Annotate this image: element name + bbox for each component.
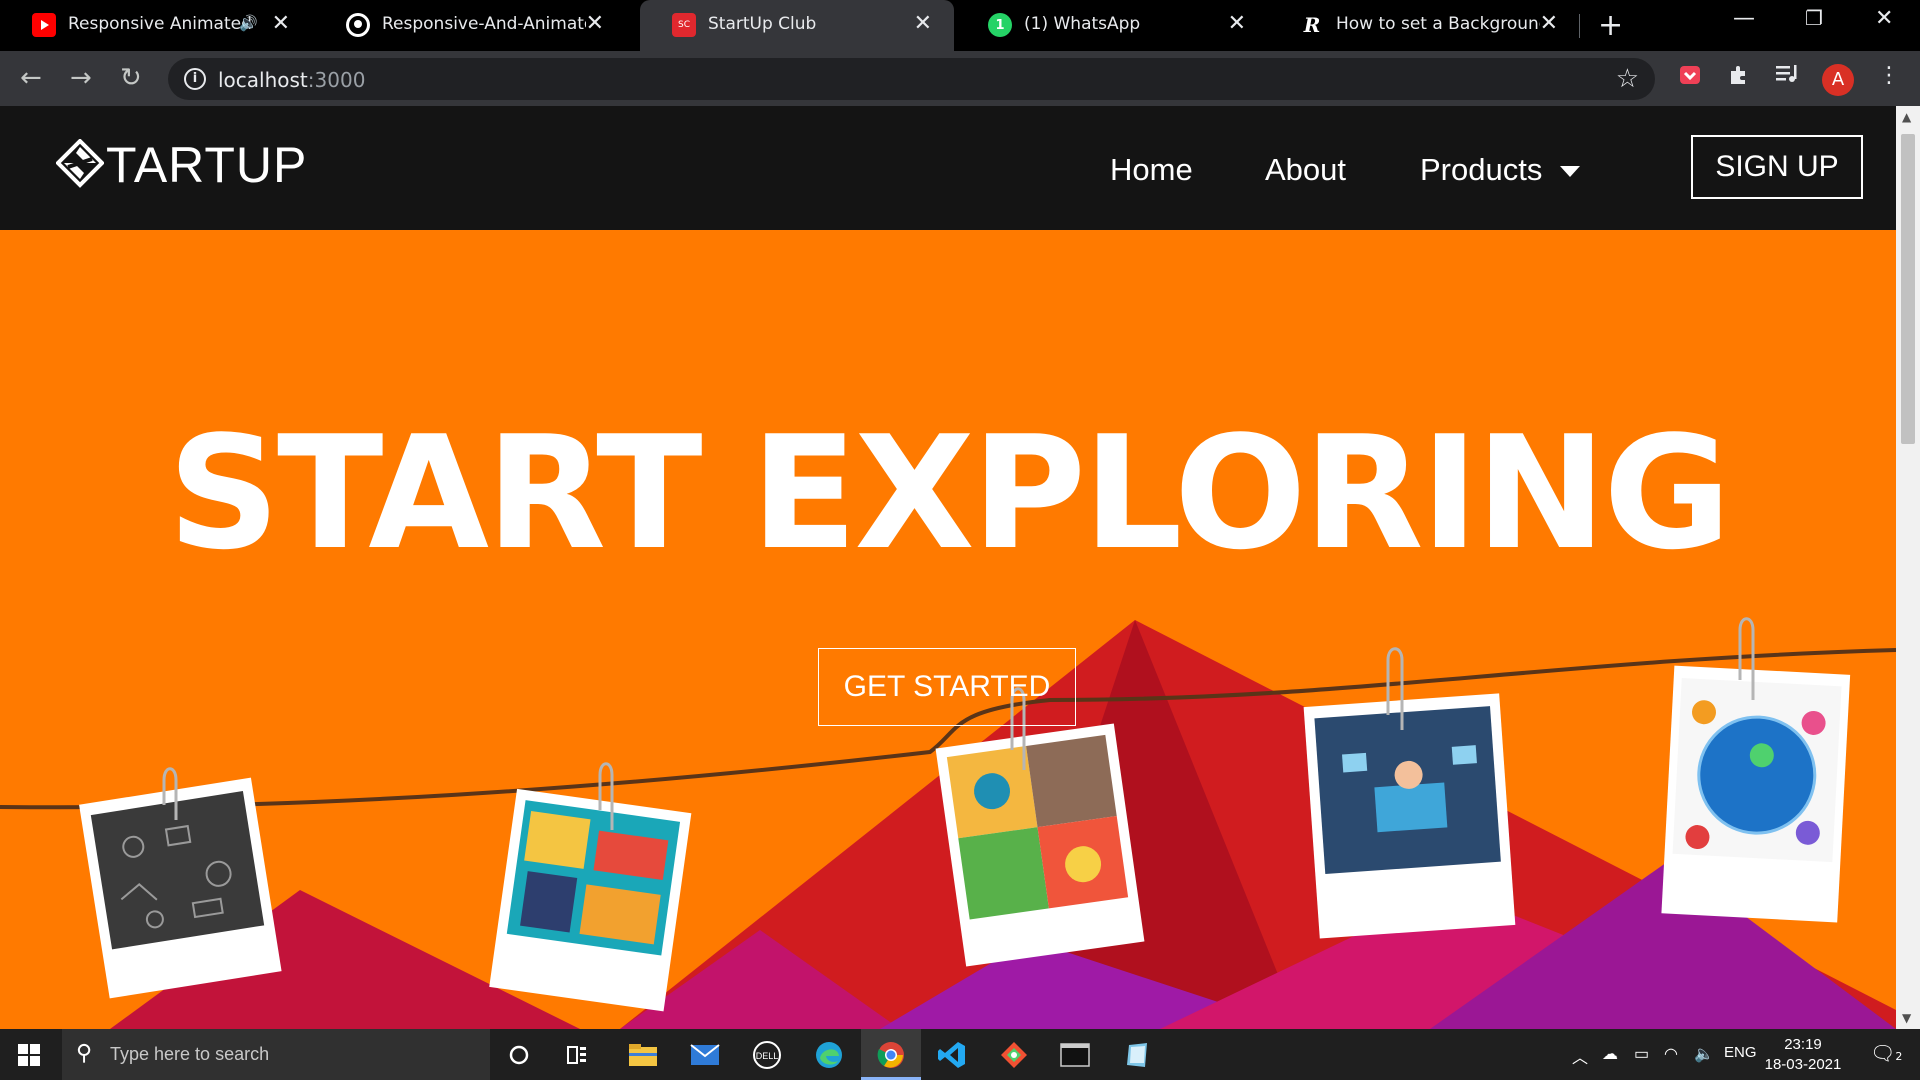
get-started-button[interactable]: GET STARTED <box>818 648 1076 726</box>
close-tab-icon[interactable]: ✕ <box>1228 11 1246 36</box>
tab-whatsapp[interactable]: 1 (1) WhatsApp ✕ <box>956 0 1268 51</box>
close-window-icon[interactable]: ✕ <box>1875 6 1893 31</box>
onedrive-cloud-icon[interactable]: ☁ <box>1602 1044 1618 1064</box>
scroll-up-icon[interactable]: ▲ <box>1902 110 1911 124</box>
address-bar[interactable]: i localhost:3000 ☆ <box>168 58 1655 100</box>
back-icon[interactable]: ← <box>20 63 42 93</box>
close-tab-icon[interactable]: ✕ <box>1540 11 1558 36</box>
url-port: :3000 <box>307 68 366 92</box>
forward-icon[interactable]: → <box>70 63 92 93</box>
info-icon[interactable]: i <box>184 68 206 90</box>
site-logo[interactable]: TARTUP <box>56 136 307 194</box>
tab-youtube[interactable]: Responsive Animated N 🔊 ✕ <box>0 0 312 51</box>
language-indicator[interactable]: ENG <box>1724 1044 1757 1061</box>
polaroid-office <box>489 788 692 1012</box>
caret-down-icon <box>1560 166 1581 178</box>
speaker-icon[interactable]: 🔊 <box>239 14 258 32</box>
close-tab-icon[interactable]: ✕ <box>272 11 290 36</box>
nav-about-link[interactable]: About <box>1265 152 1346 188</box>
bookmark-star-icon[interactable]: ☆ <box>1616 64 1639 94</box>
tab-github[interactable]: Responsive-And-Animated-N ✕ <box>314 0 626 51</box>
hero-section: START EXPLORING GET STARTED <box>0 230 1896 1029</box>
file-explorer-icon[interactable] <box>626 1038 660 1072</box>
tab-title: Responsive Animated N <box>68 14 256 34</box>
taskbar-clock[interactable]: 23:19 18-03-2021 <box>1760 1035 1846 1075</box>
chrome-icon[interactable] <box>874 1038 908 1072</box>
svg-text:DELL: DELL <box>756 1051 779 1061</box>
clock-date: 18-03-2021 <box>1764 1056 1842 1073</box>
windows-start-icon[interactable] <box>18 1044 40 1066</box>
polaroid-globe <box>1661 665 1851 923</box>
url-host: localhost <box>218 68 308 92</box>
gitkraken-icon[interactable] <box>997 1038 1031 1072</box>
tab-separator <box>1579 14 1580 38</box>
battery-icon[interactable]: ▭ <box>1634 1044 1649 1064</box>
hero-title: START EXPLORING <box>167 402 1732 584</box>
chevron-up-icon[interactable]: ︿ <box>1572 1044 1588 1068</box>
wifi-icon[interactable]: ◠ <box>1664 1044 1678 1064</box>
edge-icon[interactable] <box>812 1038 846 1072</box>
youtube-icon <box>32 13 56 37</box>
tab-strip: Responsive Animated N 🔊 ✕ Responsive-And… <box>0 0 1920 51</box>
tab-title: StartUp Club <box>708 14 817 34</box>
windows-taskbar: ⚲ Type here to search DELL ︿ ☁ ▭ ◠ 🔈 ENG… <box>0 1029 1920 1080</box>
new-tab-icon[interactable]: + <box>1598 8 1623 43</box>
reload-icon[interactable]: ↻ <box>120 63 142 93</box>
r-icon: R <box>1303 13 1321 37</box>
close-tab-icon[interactable]: ✕ <box>914 11 932 36</box>
tab-startup-club[interactable]: SC StartUp Club ✕ <box>640 0 954 51</box>
kebab-menu-icon[interactable]: ⋮ <box>1878 63 1900 88</box>
media-queue-icon[interactable] <box>1775 63 1801 91</box>
cortana-icon[interactable] <box>502 1038 536 1072</box>
tab-title: How to set a Background Im <box>1336 14 1540 34</box>
pocket-extension-icon[interactable] <box>1678 63 1702 93</box>
page-scrollbar[interactable]: ▲ ▼ <box>1896 106 1920 1029</box>
scroll-down-icon[interactable]: ▼ <box>1902 1011 1911 1025</box>
close-tab-icon[interactable]: ✕ <box>586 11 604 36</box>
vscode-icon[interactable] <box>935 1038 969 1072</box>
logo-s-icon <box>56 139 104 188</box>
notification-center-icon[interactable]: 🗨2 <box>1870 1041 1902 1065</box>
notepad-icon[interactable] <box>1120 1038 1154 1072</box>
nav-products-dropdown[interactable]: Products <box>1420 152 1581 188</box>
task-view-icon[interactable] <box>562 1038 596 1072</box>
restore-icon[interactable]: ❐ <box>1805 6 1823 30</box>
scrollbar-thumb[interactable] <box>1901 134 1915 444</box>
tab-background-image[interactable]: R How to set a Background Im ✕ <box>1268 0 1580 51</box>
polaroid-grid <box>935 723 1145 967</box>
minimize-icon[interactable]: — <box>1733 6 1755 31</box>
browser-toolbar: ← → ↻ i localhost:3000 ☆ A ⋮ <box>0 51 1920 106</box>
search-icon: ⚲ <box>76 1041 93 1066</box>
extensions-puzzle-icon[interactable] <box>1727 63 1751 93</box>
logo-text: TARTUP <box>106 137 308 193</box>
profile-avatar[interactable]: A <box>1822 64 1854 96</box>
polaroid-doodles <box>79 777 282 999</box>
search-placeholder: Type here to search <box>110 1044 270 1064</box>
mail-icon[interactable] <box>688 1038 722 1072</box>
tab-title: Responsive-And-Animated-N <box>382 14 586 34</box>
polaroid-computer-user <box>1303 693 1516 939</box>
notification-count: 2 <box>1895 1050 1903 1063</box>
dell-icon[interactable]: DELL <box>750 1038 784 1072</box>
taskbar-search-box[interactable]: ⚲ Type here to search <box>62 1029 490 1080</box>
page-viewport: TARTUP Home About Products SIGN UP START… <box>0 106 1896 1029</box>
nav-products-label: Products <box>1420 152 1543 187</box>
nav-home-link[interactable]: Home <box>1110 152 1193 188</box>
signup-button[interactable]: SIGN UP <box>1691 135 1863 199</box>
site-navbar: TARTUP Home About Products SIGN UP <box>0 106 1896 230</box>
url-text: localhost:3000 <box>218 68 365 92</box>
whatsapp-icon: 1 <box>988 13 1012 37</box>
tab-title: (1) WhatsApp <box>1024 14 1141 34</box>
sc-icon: SC <box>672 13 696 37</box>
github-icon <box>346 13 370 37</box>
hero-illustration <box>0 617 1896 1029</box>
volume-muted-icon[interactable]: 🔈 <box>1694 1044 1714 1064</box>
terminal-icon[interactable] <box>1058 1038 1092 1072</box>
clock-time: 23:19 <box>1784 1036 1822 1053</box>
